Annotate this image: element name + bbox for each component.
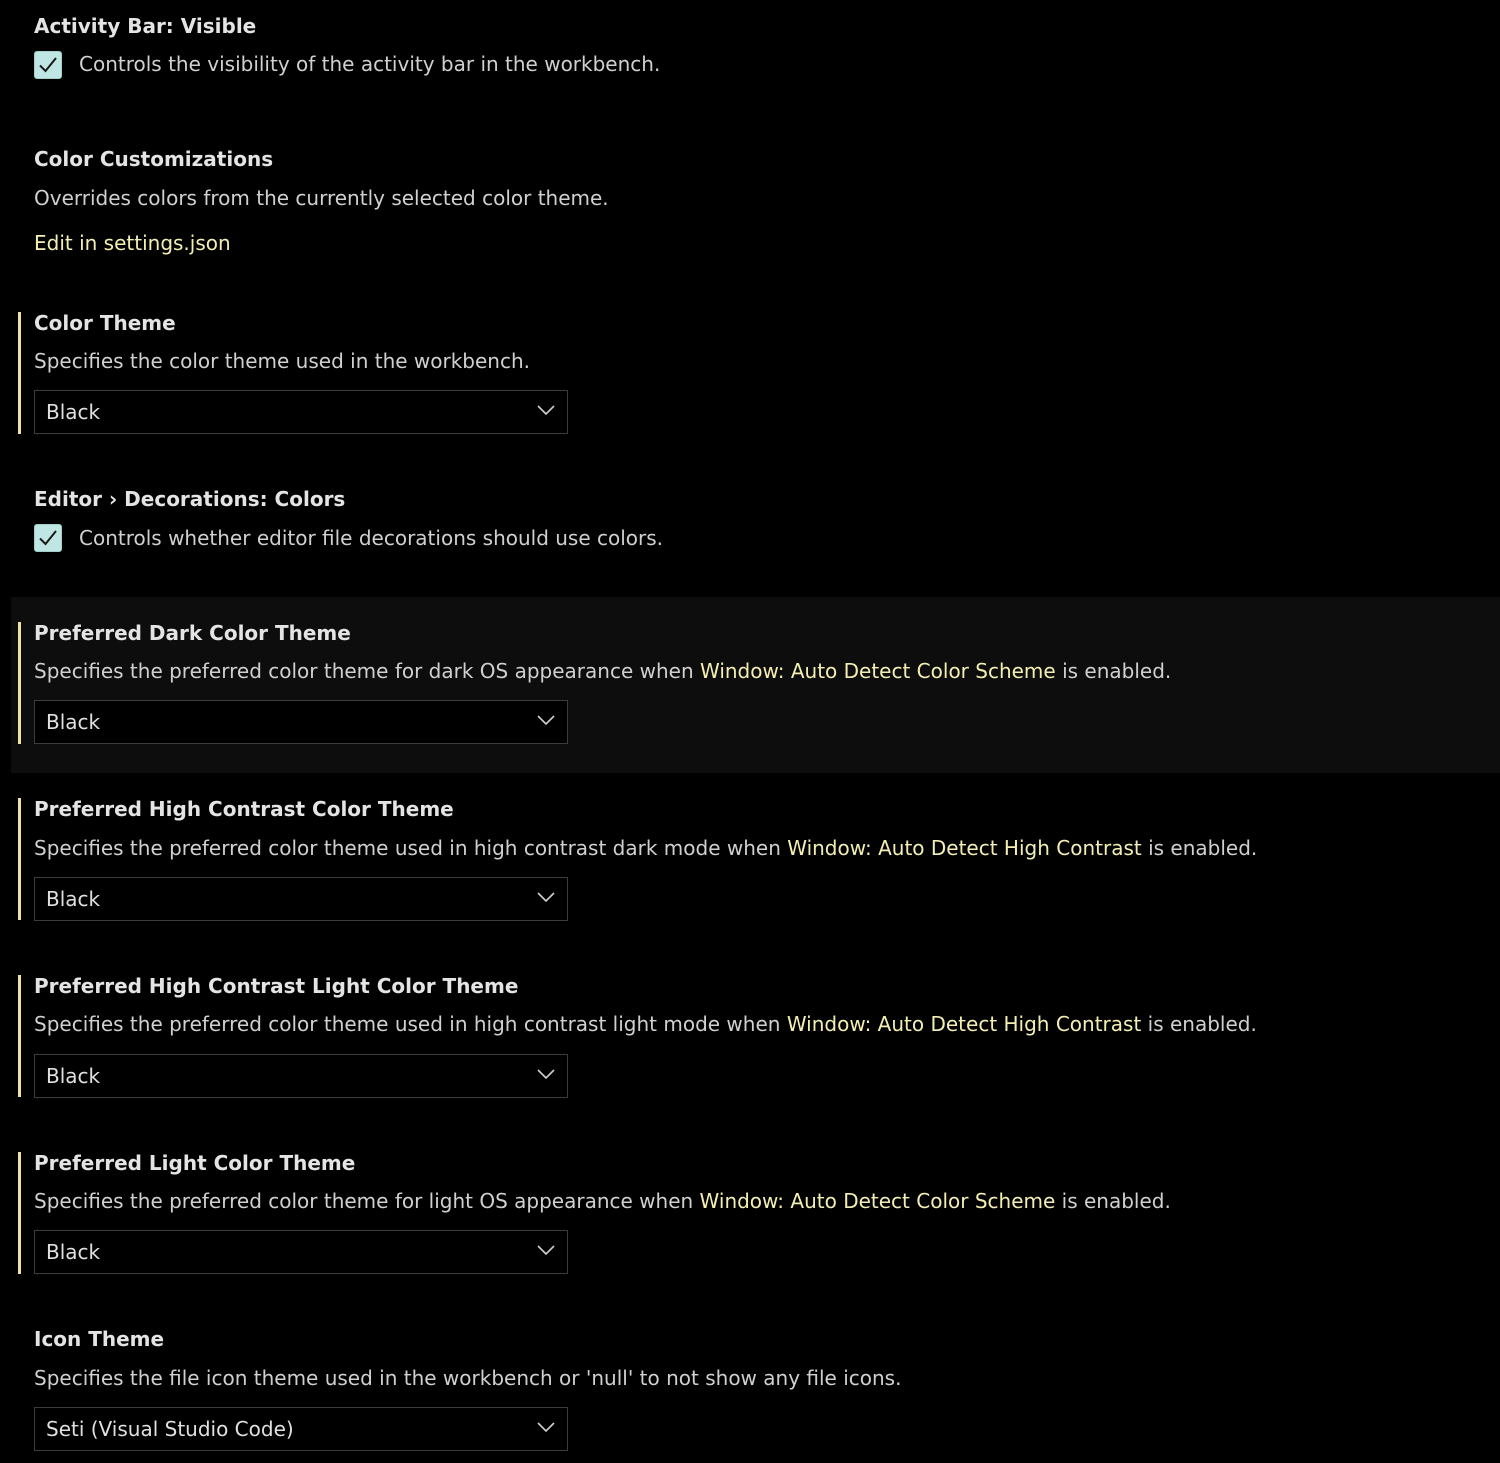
setting-title: Activity Bar: Visible [34, 14, 257, 38]
editor-decorations-checkbox[interactable] [34, 524, 62, 552]
setting-icon-theme: Icon Theme Specifies the file icon theme… [11, 1304, 1500, 1463]
description-text: Specifies the preferred color theme for … [34, 659, 700, 683]
setting-preferred-dark-color-theme: Preferred Dark Color Theme Specifies the… [11, 597, 1500, 773]
auto-detect-high-contrast-link[interactable]: Window: Auto Detect High Contrast [787, 836, 1141, 860]
description-text: is enabled. [1055, 1189, 1171, 1213]
select-value: Black [46, 710, 101, 734]
preferred-light-theme-select[interactable]: Black [34, 1230, 568, 1274]
setting-title: Preferred Dark Color Theme [34, 621, 351, 645]
edit-in-settings-json-link[interactable]: Edit in settings.json [34, 230, 231, 256]
check-icon [39, 57, 57, 73]
select-value: Black [46, 1240, 101, 1264]
setting-description: Specifies the preferred color theme for … [34, 1188, 1171, 1214]
setting-description: Overrides colors from the currently sele… [34, 186, 609, 210]
chevron-down-icon [537, 405, 555, 416]
description-text: is enabled. [1055, 659, 1172, 683]
modified-indicator [18, 798, 21, 920]
modified-indicator [18, 312, 21, 434]
setting-preferred-hc-color-theme: Preferred High Contrast Color Theme Spec… [11, 773, 1500, 950]
chevron-down-icon [537, 1069, 555, 1080]
setting-description: Specifies the preferred color theme used… [34, 835, 1257, 861]
setting-category: Editor › [34, 487, 125, 511]
preferred-dark-theme-select[interactable]: Black [34, 700, 568, 744]
setting-title: Preferred High Contrast Light Color Them… [34, 974, 519, 998]
select-value: Black [46, 887, 101, 911]
description-text: Specifies the preferred color theme for … [34, 1189, 700, 1213]
setting-title: Color Theme [34, 311, 176, 335]
setting-color-customizations: Color Customizations Overrides colors fr… [11, 130, 1500, 280]
setting-editor-decorations-colors: Editor › Decorations: Colors Controls wh… [11, 470, 1500, 590]
preferred-hc-theme-select[interactable]: Black [34, 877, 568, 921]
setting-description: Specifies the color theme used in the wo… [34, 349, 531, 373]
setting-title: Color Customizations [34, 147, 274, 171]
color-theme-select[interactable]: Black [34, 390, 568, 434]
auto-detect-color-scheme-link[interactable]: Window: Auto Detect Color Scheme [700, 1189, 1056, 1213]
chevron-down-icon [537, 1422, 555, 1433]
setting-description: Specifies the preferred color theme for … [34, 658, 1171, 684]
setting-title: Preferred Light Color Theme [34, 1151, 356, 1175]
description-text: is enabled. [1141, 1012, 1257, 1036]
modified-indicator [18, 1152, 21, 1274]
setting-description: Controls whether editor file decorations… [79, 526, 664, 550]
setting-description: Specifies the preferred color theme used… [34, 1011, 1257, 1037]
select-value: Seti (Visual Studio Code) [46, 1417, 294, 1441]
description-text: Specifies the preferred color theme used… [34, 836, 788, 860]
setting-name: Decorations: Colors [124, 487, 346, 511]
description-text: Specifies the preferred color theme used… [34, 1012, 787, 1036]
select-value: Black [46, 1064, 101, 1088]
setting-preferred-light-color-theme: Preferred Light Color Theme Specifies th… [11, 1127, 1500, 1304]
check-icon [39, 530, 57, 546]
modified-indicator [18, 975, 21, 1097]
setting-title: Editor › Decorations: Colors [34, 487, 345, 511]
modified-indicator [18, 622, 21, 744]
setting-activity-bar-visible: Activity Bar: Visible Controls the visib… [11, 0, 1500, 120]
auto-detect-high-contrast-link[interactable]: Window: Auto Detect High Contrast [787, 1012, 1141, 1036]
setting-color-theme: Color Theme Specifies the color theme us… [11, 290, 1500, 460]
chevron-down-icon [537, 715, 555, 726]
activity-bar-checkbox[interactable] [34, 51, 62, 79]
chevron-down-icon [537, 892, 555, 903]
setting-description: Controls the visibility of the activity … [79, 52, 661, 76]
setting-preferred-hc-light-color-theme: Preferred High Contrast Light Color Them… [11, 950, 1500, 1127]
setting-title: Preferred High Contrast Color Theme [34, 797, 454, 821]
setting-description: Specifies the file icon theme used in th… [34, 1366, 902, 1390]
preferred-hc-light-theme-select[interactable]: Black [34, 1054, 568, 1098]
auto-detect-color-scheme-link[interactable]: Window: Auto Detect Color Scheme [700, 659, 1056, 683]
description-text: is enabled. [1141, 836, 1258, 860]
select-value: Black [46, 400, 101, 424]
chevron-down-icon [537, 1245, 555, 1256]
icon-theme-select[interactable]: Seti (Visual Studio Code) [34, 1407, 568, 1451]
setting-title: Icon Theme [34, 1327, 165, 1351]
